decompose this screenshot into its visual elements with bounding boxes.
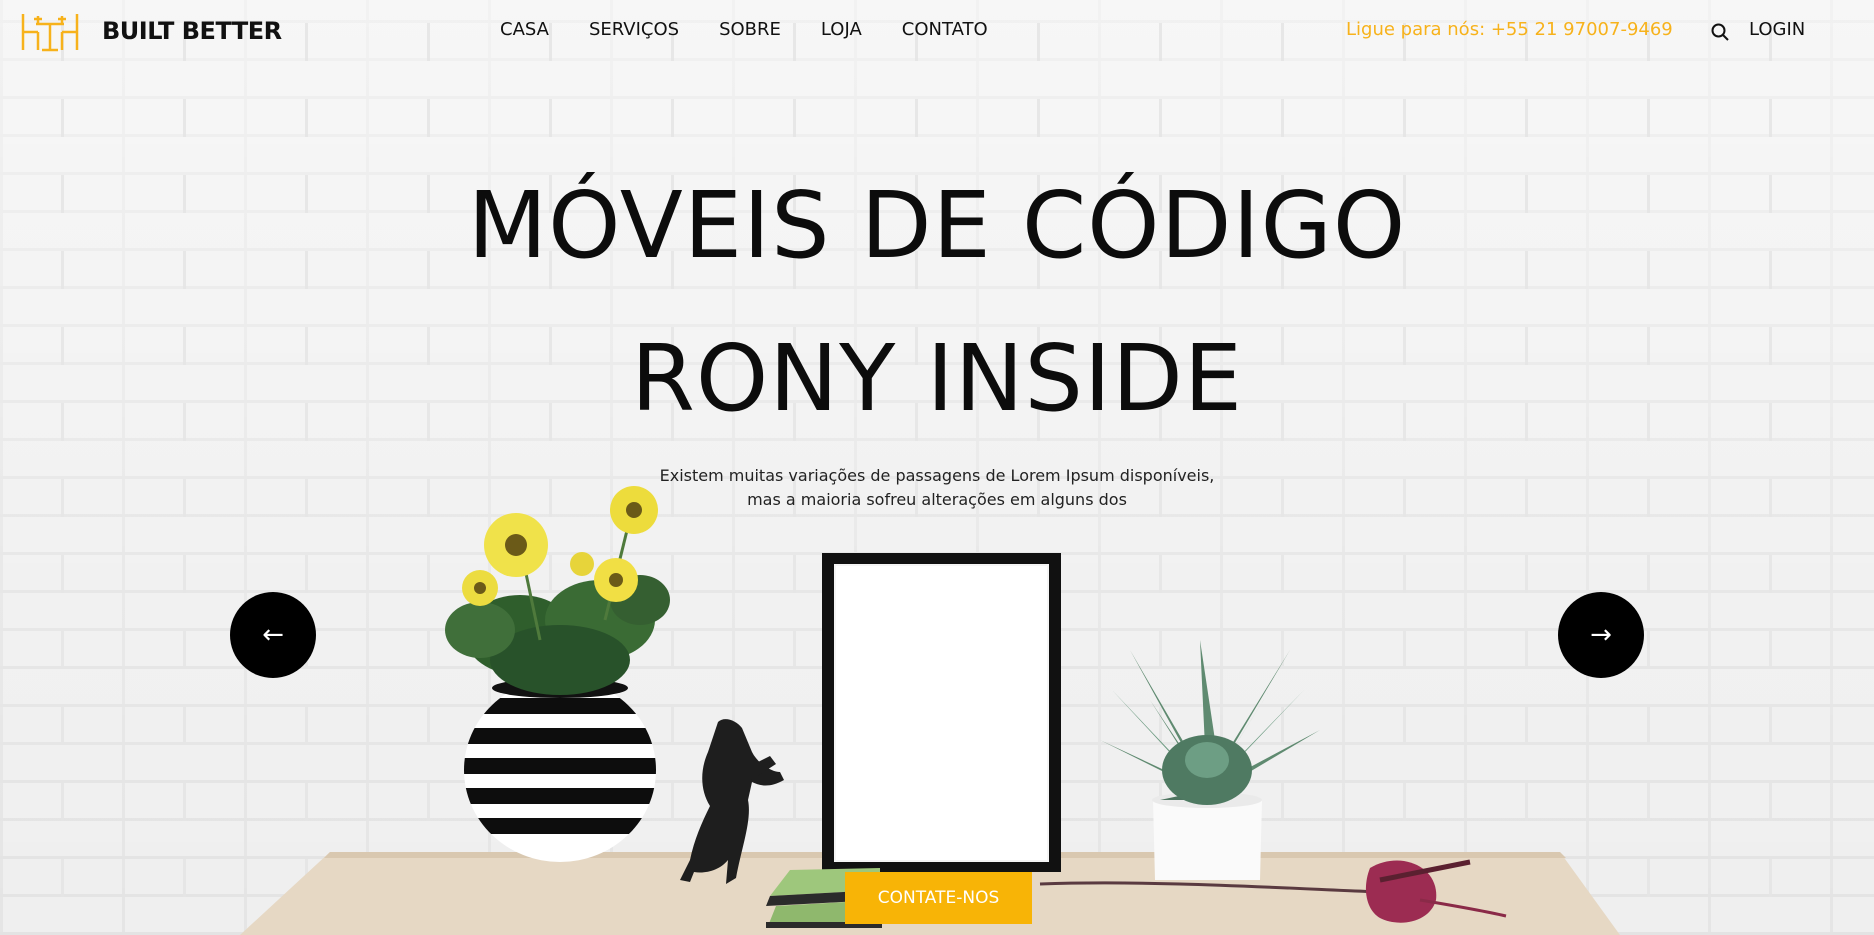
nav-item-casa[interactable]: CASA bbox=[500, 19, 549, 40]
search-icon[interactable] bbox=[1710, 22, 1730, 42]
arrow-left-icon: ← bbox=[262, 620, 284, 650]
furniture-logo-icon bbox=[21, 14, 79, 52]
striped-vase bbox=[464, 678, 656, 862]
prev-slide-button[interactable]: ← bbox=[230, 592, 316, 678]
nav-item-sobre[interactable]: SOBRE bbox=[719, 19, 781, 40]
login-link[interactable]: LOGIN bbox=[1749, 19, 1805, 40]
nav-item-contato[interactable]: CONTATO bbox=[902, 19, 988, 40]
hero-title-line1: MÓVEIS DE CÓDIGO bbox=[467, 172, 1407, 279]
succulent-plant bbox=[1100, 640, 1320, 880]
contact-cta-button[interactable]: CONTATE-NOS bbox=[845, 872, 1032, 924]
arrow-right-icon: → bbox=[1590, 620, 1612, 650]
phone-link[interactable]: Ligue para nós: +55 21 97007-9469 bbox=[1346, 19, 1673, 40]
hero-subtitle-line1: Existem muitas variações de passagens de… bbox=[659, 466, 1215, 485]
picture-frame bbox=[822, 553, 1061, 872]
flower-plant bbox=[445, 486, 670, 695]
next-slide-button[interactable]: → bbox=[1558, 592, 1644, 678]
nav-item-loja[interactable]: LOJA bbox=[821, 19, 862, 40]
site-header: BUILT BETTER CASA SERVIÇOS SOBRE LOJA CO… bbox=[0, 0, 1874, 64]
hero-subtitle-line2: mas a maioria sofreu alterações em algun… bbox=[747, 490, 1127, 509]
hero-title-line2: RONY INSIDE bbox=[630, 325, 1244, 432]
main-nav: CASA SERVIÇOS SOBRE LOJA CONTATO bbox=[500, 19, 1028, 40]
nav-item-servicos[interactable]: SERVIÇOS bbox=[589, 19, 679, 40]
brand-name: BUILT BETTER bbox=[102, 17, 282, 45]
brand-logo[interactable]: BUILT BETTER bbox=[20, 10, 282, 52]
